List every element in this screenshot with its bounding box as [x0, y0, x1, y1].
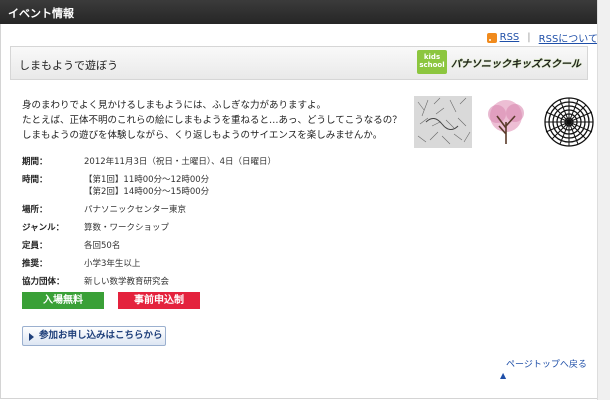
- noise-pattern-image: [414, 96, 472, 148]
- description-line-2: たとえば、正体不明のこれらの絵にしまもようを重ねると…あっ、どうしてこうなるの？: [22, 115, 402, 126]
- time-session-1: 【第1回】11時00分～12時00分: [84, 175, 210, 185]
- kids-school-badge: kids school: [417, 50, 447, 74]
- venue-label: 場所：: [22, 205, 48, 215]
- page-top-link[interactable]: ▲ ページトップへ戻る: [500, 359, 590, 380]
- section-title: イベント情報: [8, 7, 74, 20]
- arrow-up-icon: ▲: [500, 371, 507, 380]
- cooperation-value: 新しい数学教育研究会: [84, 277, 170, 287]
- time-value: 【第1回】11時00分～12時00分 【第2回】14時00分～15時00分: [84, 174, 209, 198]
- event-info-table: 期間： 2012年11月3日（祝日・土曜日）、4日（日曜日） 時間： 【第1回】…: [22, 156, 276, 294]
- description-line-1: 身のまわりでよく見かけるしまもようには、ふしぎな力がありますよ。: [22, 100, 327, 111]
- event-badges: 入場無料 事前申込制: [22, 292, 214, 309]
- illustration-thumbnails: [414, 96, 603, 148]
- venue-value: パナソニックセンター東京: [84, 205, 187, 215]
- advance-registration-badge: 事前申込制: [118, 292, 200, 309]
- period-value: 2012年11月3日（祝日・土曜日）、4日（日曜日）: [84, 157, 277, 167]
- page-title: しまもようで遊ぼう: [19, 59, 118, 72]
- scrollbar[interactable]: [597, 0, 610, 400]
- rss-about-link[interactable]: RSSについて: [539, 30, 598, 45]
- arrow-right-icon: [29, 333, 34, 341]
- info-row-capacity: 定員： 各回50名: [22, 240, 276, 252]
- period-label: 期間：: [22, 157, 48, 167]
- page-top-label: ページトップへ戻る: [506, 360, 587, 370]
- time-session-2: 【第2回】14時00分～15時00分: [84, 187, 210, 197]
- description-line-3: しまもようの遊びを体験しながら、くり返しもようのサイエンスを楽しみませんか。: [22, 130, 383, 141]
- rss-links: RSS | RSSについて: [486, 30, 598, 45]
- recommend-value: 小学3年生以上: [84, 259, 141, 269]
- rss-link[interactable]: RSS: [500, 32, 520, 43]
- apply-button-label: 参加お申し込みはこちらから: [39, 330, 163, 341]
- apply-button[interactable]: 参加お申し込みはこちらから: [22, 326, 166, 346]
- genre-value: 算数・ワークショップ: [84, 223, 170, 233]
- kids-school-logo: kids school パナソニックキッズスクール: [417, 50, 581, 74]
- moire-circle-image: [540, 96, 598, 148]
- time-label: 時間：: [22, 175, 48, 185]
- recommend-label: 推奨：: [22, 259, 48, 269]
- capacity-value: 各回50名: [84, 241, 121, 251]
- kids-school-name: パナソニックキッズスクール: [451, 58, 581, 70]
- info-row-genre: ジャンル： 算数・ワークショップ: [22, 222, 276, 234]
- free-admission-badge: 入場無料: [22, 292, 104, 309]
- rss-separator: |: [527, 32, 531, 43]
- event-title-band: しまもようで遊ぼう kids school パナソニックキッズスクール: [10, 46, 588, 80]
- info-row-period: 期間： 2012年11月3日（祝日・土曜日）、4日（日曜日）: [22, 156, 276, 168]
- event-description: 身のまわりでよく見かけるしまもようには、ふしぎな力がありますよ。 たとえば、正体…: [22, 98, 422, 143]
- info-row-time: 時間： 【第1回】11時00分～12時00分 【第2回】14時00分～15時00…: [22, 174, 276, 198]
- tree-image: [477, 96, 535, 148]
- section-header-bar: イベント情報: [0, 0, 598, 24]
- rss-icon[interactable]: [486, 32, 497, 43]
- capacity-label: 定員：: [22, 241, 48, 251]
- info-row-cooperation: 協力団体： 新しい数学教育研究会: [22, 276, 276, 288]
- genre-label: ジャンル：: [22, 223, 65, 233]
- info-row-venue: 場所： パナソニックセンター東京: [22, 204, 276, 216]
- info-row-recommend: 推奨： 小学3年生以上: [22, 258, 276, 270]
- cooperation-label: 協力団体：: [22, 277, 65, 287]
